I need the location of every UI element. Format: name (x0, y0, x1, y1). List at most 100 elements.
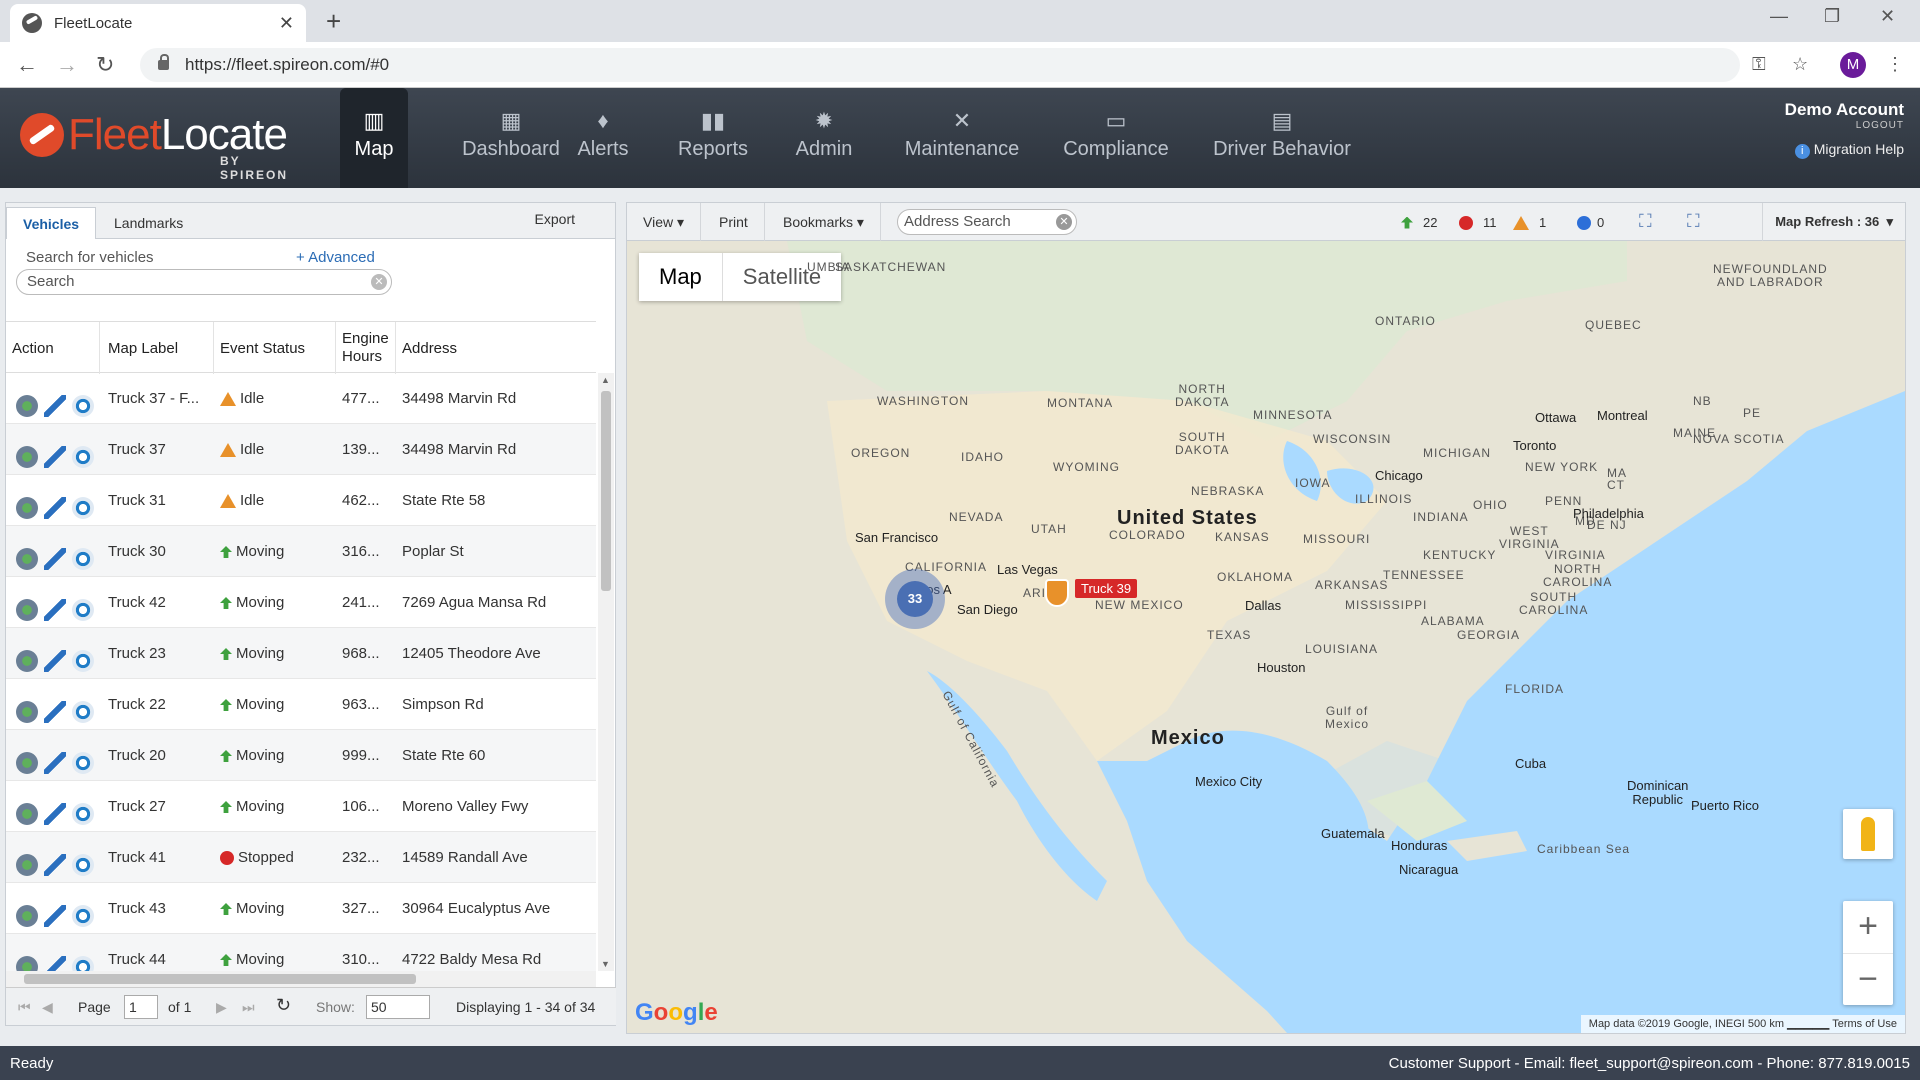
locate-icon[interactable] (16, 802, 38, 825)
refresh-icon[interactable]: ↻ (276, 995, 291, 1016)
view-menu[interactable]: View ▾ (627, 203, 702, 241)
locate-icon[interactable] (16, 496, 38, 519)
other-count[interactable]: 0 (1577, 215, 1604, 230)
tab-vehicles[interactable]: Vehicles (6, 207, 97, 239)
col-address[interactable]: Address (396, 322, 596, 374)
tab-landmarks[interactable]: Landmarks (98, 207, 199, 239)
track-icon[interactable] (72, 700, 94, 723)
table-row[interactable]: Truck 41 Stopped 232... 14589 Randall Ave (6, 832, 596, 883)
vertical-scrollbar[interactable]: ▲ ▼ (598, 373, 614, 971)
logout-link[interactable]: LOGOUT (1785, 120, 1904, 131)
track-icon[interactable] (72, 445, 94, 468)
locate-icon[interactable] (16, 751, 38, 774)
moving-count[interactable]: 22 (1401, 215, 1437, 230)
edit-pencil-icon[interactable] (44, 496, 66, 519)
locate-icon[interactable] (16, 700, 38, 723)
track-icon[interactable] (72, 904, 94, 927)
table-row[interactable]: Truck 30 Moving 316... Poplar St (6, 526, 596, 577)
profile-avatar[interactable]: M (1840, 52, 1866, 78)
table-row[interactable]: Truck 42 Moving 241... 7269 Agua Mansa Rd (6, 577, 596, 628)
locate-icon[interactable] (16, 547, 38, 570)
track-icon[interactable] (72, 649, 94, 672)
url-field[interactable]: https://fleet.spireon.com/#0 (140, 48, 1740, 82)
page-number-input[interactable]: 1 (124, 995, 158, 1019)
col-event-status[interactable]: Event Status (214, 322, 336, 374)
forward-icon[interactable]: → (56, 52, 78, 78)
locate-icon[interactable] (16, 955, 38, 971)
next-page-icon[interactable]: ▶ (216, 999, 227, 1016)
prev-page-icon[interactable]: ◀ (42, 999, 53, 1016)
track-icon[interactable] (72, 394, 94, 417)
edit-pencil-icon[interactable] (44, 445, 66, 468)
track-icon[interactable] (72, 547, 94, 570)
close-tab-icon[interactable]: ✕ (279, 13, 294, 34)
edit-pencil-icon[interactable] (44, 904, 66, 927)
browser-tab[interactable]: FleetLocate ✕ (10, 4, 306, 42)
col-engine-hours[interactable]: Engine Hours (336, 322, 396, 374)
edit-pencil-icon[interactable] (44, 394, 66, 417)
locate-icon[interactable] (16, 394, 38, 417)
map-refresh-select[interactable]: Map Refresh : 36 ▾ (1762, 203, 1893, 241)
back-icon[interactable]: ← (16, 52, 38, 78)
reload-icon[interactable]: ↻ (96, 52, 114, 78)
table-row[interactable]: Truck 37 - F... Idle 477... 34498 Marvin Rd (6, 373, 596, 424)
idle-count[interactable]: 1 (1513, 215, 1546, 230)
edit-pencil-icon[interactable] (44, 598, 66, 621)
nav-alerts[interactable]: ♦ Alerts (572, 88, 634, 188)
stopped-count[interactable]: 11 (1459, 215, 1497, 230)
table-row[interactable]: Truck 23 Moving 968... 12405 Theodore Ave (6, 628, 596, 679)
track-icon[interactable] (72, 496, 94, 519)
truck-marker-label[interactable]: Truck 39 (1075, 579, 1138, 598)
scroll-up-icon[interactable]: ▲ (601, 375, 610, 385)
edit-pencil-icon[interactable] (44, 802, 66, 825)
col-map-label[interactable]: Map Label (102, 322, 214, 374)
nav-admin[interactable]: ✹ Admin (792, 88, 856, 188)
minimize-icon[interactable]: — (1770, 6, 1788, 27)
vehicle-search-input[interactable]: Search ✕ (16, 269, 392, 295)
scroll-thumb[interactable] (601, 391, 611, 591)
map-type-map[interactable]: Map (639, 253, 723, 301)
track-icon[interactable] (72, 802, 94, 825)
nav-compliance[interactable]: ▭ Compliance (1058, 88, 1174, 188)
street-view-pegman[interactable] (1843, 809, 1893, 859)
star-icon[interactable]: ☆ (1792, 54, 1808, 75)
truck-marker-icon[interactable] (1045, 579, 1069, 607)
last-page-icon[interactable]: ⏭ (242, 999, 255, 1016)
h-scroll-thumb[interactable] (24, 974, 416, 984)
page-size-select[interactable]: 50 (366, 995, 430, 1019)
table-row[interactable]: Truck 43 Moving 327... 30964 Eucalyptus Ave (6, 883, 596, 934)
bookmarks-menu[interactable]: Bookmarks ▾ (767, 203, 881, 241)
close-window-icon[interactable]: ✕ (1880, 6, 1895, 27)
edit-pencil-icon[interactable] (44, 955, 66, 971)
select-landmark-icon[interactable]: ⛶ (1687, 211, 1700, 232)
locate-icon[interactable] (16, 445, 38, 468)
locate-icon[interactable] (16, 904, 38, 927)
migration-help-link[interactable]: i Migration Help (1785, 141, 1904, 159)
nav-driver-behavior[interactable]: ▤ Driver Behavior (1210, 88, 1354, 188)
zoom-out-button[interactable]: − (1843, 953, 1893, 1005)
clear-address-icon[interactable]: ✕ (1056, 214, 1072, 230)
nav-map[interactable]: ▥ Map (340, 88, 408, 188)
scroll-down-icon[interactable]: ▼ (601, 959, 610, 969)
track-icon[interactable] (72, 955, 94, 971)
fleetlocate-logo[interactable]: FleetLocate BY SPIREON (20, 110, 288, 182)
edit-pencil-icon[interactable] (44, 649, 66, 672)
table-row[interactable]: Truck 27 Moving 106... Moreno Valley Fwy (6, 781, 596, 832)
restore-icon[interactable]: ❐ (1824, 6, 1840, 27)
clear-search-icon[interactable]: ✕ (371, 274, 387, 290)
map-attribution[interactable]: Map data ©2019 Google, INEGI 500 km ▁▁▁▁… (1580, 1015, 1905, 1033)
nav-reports[interactable]: ▮▮ Reports (674, 88, 752, 188)
track-icon[interactable] (72, 751, 94, 774)
edit-pencil-icon[interactable] (44, 700, 66, 723)
zoom-in-button[interactable]: + (1843, 901, 1893, 953)
locate-icon[interactable] (16, 598, 38, 621)
nav-dashboard[interactable]: ▦ Dashboard (448, 88, 574, 188)
table-row[interactable]: Truck 37 Idle 139... 34498 Marvin Rd (6, 424, 596, 475)
first-page-icon[interactable]: ⏮ (18, 999, 31, 1016)
locate-icon[interactable] (16, 649, 38, 672)
table-row[interactable]: Truck 22 Moving 963... Simpson Rd (6, 679, 596, 730)
advanced-search-link[interactable]: + Advanced (296, 249, 375, 266)
track-icon[interactable] (72, 598, 94, 621)
table-row[interactable]: Truck 44 Moving 310... 4722 Baldy Mesa Rd (6, 934, 596, 971)
table-row[interactable]: Truck 20 Moving 999... State Rte 60 (6, 730, 596, 781)
